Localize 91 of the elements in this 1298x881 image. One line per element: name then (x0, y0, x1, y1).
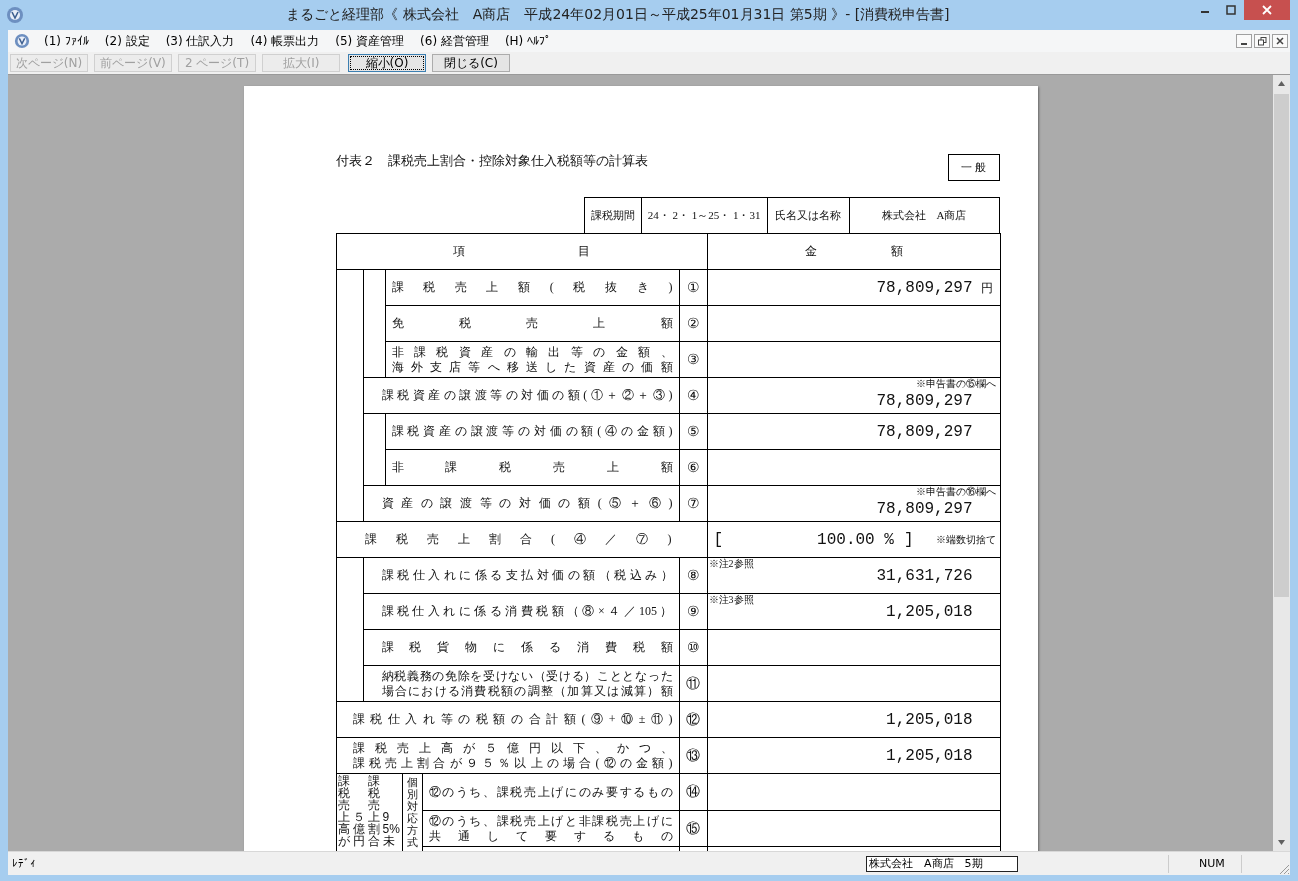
menu-item[interactable]: (2) 設定 (96, 32, 158, 50)
table-cell: 氏名又は名称 (766, 197, 849, 233)
line-number: ① (678, 269, 707, 305)
menu-item[interactable]: (4) 帳票出力 (242, 32, 328, 50)
line-number: ④ (678, 377, 707, 413)
form-type-label: 一 般 (947, 154, 1000, 181)
table-cell: 課税期間 (583, 197, 641, 233)
menu-item[interactable]: (6) 経営管理 (412, 32, 497, 50)
vertical-text: 個別対応方式 (406, 776, 418, 851)
vertical-text: 95%未 (382, 809, 401, 850)
table-cell: 資産の譲渡等の対価の額(⑤＋⑥) (362, 485, 679, 521)
table-cell: 非課税売上額 (384, 449, 679, 485)
form-title: 付表２ 課税売上割合・控除対象仕入税額等の計算表 (335, 152, 648, 170)
bracket-text: ] (903, 530, 914, 549)
header-text: 金 (804, 243, 817, 260)
line-number: ⑬ (678, 737, 707, 773)
resize-grip-icon[interactable] (1278, 863, 1290, 875)
window-title: まるごと経理部《 株式会社 A商店 平成24年02月01日～平成25年01月31日 第5期 》- [消費税申告書] (285, 6, 951, 24)
amount-value: 78,809,297 (876, 500, 973, 518)
line-number: ⑩ (678, 629, 707, 665)
scrollbar[interactable] (1273, 75, 1290, 851)
table-cell: 課税仕入れに係る支払対価の額（税込み） (362, 557, 679, 593)
scroll-thumb[interactable] (1274, 94, 1289, 597)
note-text: ※申告書の⑯欄へ (915, 486, 996, 497)
table-cell: 課税売上額(税抜き) (384, 269, 679, 305)
amount-value: 78,809,297 (876, 392, 973, 410)
menu-item[interactable]: (1) ﾌｧｲﾙ (36, 34, 97, 48)
amount-value: 78,809,297 (876, 278, 973, 297)
table-cell: 免税売上額 (384, 305, 679, 341)
toolbar-button[interactable]: 閉じる(C) (432, 54, 510, 72)
table-cell: 課税資産の譲渡等の対価の額(①＋②＋③) (362, 377, 679, 413)
toolbar-button[interactable]: 縮小(O) (348, 54, 426, 72)
ratio-value: 100.00 % (817, 530, 894, 549)
amount-value: 1,205,018 (886, 710, 973, 729)
vertical-text: 課税売上高が (337, 775, 351, 850)
vertical-text: ５億円 (352, 809, 366, 850)
header-text: 目 (578, 243, 590, 260)
note-text: ※注2参照 (708, 558, 754, 569)
menu-item[interactable]: (5) 資産管理 (327, 32, 413, 50)
vertical-text: 課税売上割合 (367, 775, 381, 850)
table-cell: 非課税資産の輸出等の金額、 海外支店等へ移送した資産の価額 (384, 341, 679, 377)
line-number: ⑤ (678, 413, 707, 449)
table-cell (335, 557, 363, 593)
menu-item[interactable]: (H) ﾍﾙﾌﾟ (496, 34, 560, 48)
app-logo-icon (6, 6, 24, 24)
table-cell: 課税売上高が５億円以下、かつ、 課税売上割合が９５％以上の場合(⑫の金額) (335, 737, 679, 773)
minimize-button[interactable] (1236, 34, 1252, 48)
header-text: 額 (890, 243, 903, 260)
unit-text: 円 (980, 279, 993, 296)
line-number: ⑦ (678, 485, 707, 521)
note-text: ※注3参照 (708, 594, 754, 605)
table-cell (362, 269, 385, 305)
line-number: ⑮ (678, 810, 707, 846)
table-cell: 課税売上割合(④／⑦) (335, 521, 707, 557)
line-number: ⑪ (678, 665, 707, 701)
menu-item[interactable]: (3) 仕訳入力 (157, 32, 243, 50)
restore-icon (1257, 36, 1267, 46)
table-cell: ⑫のうち、課税売上げにのみ要するもの (421, 774, 679, 810)
amount-value: 31,631,726 (876, 566, 973, 585)
line-number: ② (678, 305, 707, 341)
line-number: ⑫ (678, 701, 707, 737)
note-text: ※申告書の⑮欄へ (915, 378, 996, 389)
line-number: ⑨ (678, 593, 707, 629)
table-cell: 24・ 2・ 1～25・ 1・31 (640, 197, 767, 233)
table-cell: 課税仕入れ等の税額の合計額(⑨+⑩±⑪) (335, 701, 679, 737)
app-logo-icon[interactable] (14, 33, 30, 49)
table-cell: 課税貨物に係る消費税額 (362, 629, 679, 665)
note-text: ※端数切捨て (935, 534, 996, 545)
table-cell: ⑫のうち、課税売上げと非課税売上げに 共通して要するもの (421, 810, 679, 846)
bracket-text: [ (713, 530, 724, 549)
header-text: 項 (453, 243, 465, 260)
table-cell: 課税仕入れに係る消費税額（⑧×４／105） (362, 593, 679, 629)
close-button[interactable] (1272, 34, 1288, 48)
table-cell: 株式会社 A商店 (848, 197, 1000, 233)
line-number: ⑭ (678, 774, 707, 810)
status-text: ﾚﾃﾞｨ (12, 857, 37, 870)
line-number: ③ (678, 341, 707, 377)
amount-value: 1,205,018 (886, 602, 973, 621)
close-icon (1276, 37, 1284, 45)
line-number: ⑧ (678, 557, 707, 593)
line-number: ⑥ (678, 449, 707, 485)
table-cell: 課税資産の譲渡等の対価の額(④の金額) (384, 413, 679, 449)
close-icon (1262, 5, 1272, 15)
amount-value: 1,205,018 (886, 746, 973, 765)
status-text: NUM (1199, 857, 1225, 870)
amount-value: 78,809,297 (876, 422, 973, 441)
table-cell: 納税義務の免除を受けない（受ける）こととなった 場合における消費税額の調整（加算又は減算）額 (362, 665, 679, 701)
restore-button[interactable] (1254, 34, 1270, 48)
maximize-icon (1226, 5, 1236, 15)
table-cell (362, 413, 385, 449)
status-field: 株式会社 A商店 5期 (866, 855, 1018, 872)
